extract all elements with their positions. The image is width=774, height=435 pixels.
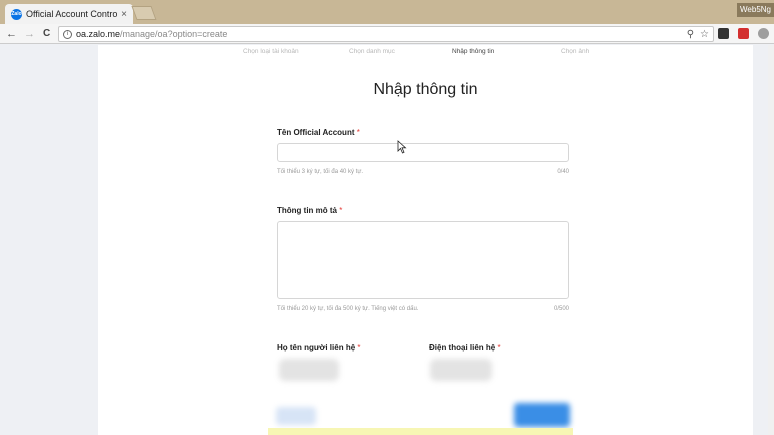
page-title: Nhập thông tin <box>373 81 478 98</box>
description-textarea[interactable] <box>277 221 569 299</box>
oa-name-label: Tên Official Account * <box>277 128 360 137</box>
tab-title: Official Account Control <box>26 9 119 19</box>
mouse-cursor-icon <box>397 140 407 154</box>
extension-book-icon[interactable] <box>718 28 729 39</box>
page-content: Chọn loại tài khoản Chọn danh mục Nhập t… <box>98 45 753 435</box>
notice-bar <box>268 428 573 435</box>
contact-phone-label: Điện thoại liên hệ * <box>429 343 501 352</box>
contact-name-input[interactable] <box>279 359 339 381</box>
tab-close-icon[interactable]: × <box>121 9 127 20</box>
back-icon[interactable]: ← <box>6 26 17 42</box>
description-counter: 0/500 <box>553 306 569 312</box>
url-path: /manage/oa?option=create <box>120 29 228 39</box>
oa-name-input[interactable] <box>277 143 569 162</box>
back-button[interactable] <box>276 407 316 425</box>
url-host: oa.zalo.me <box>76 29 121 39</box>
description-hint: Tối thiểu 20 ký tự, tối đa 500 ký tự. Ti… <box>277 306 419 312</box>
step-choose-image: Chọn ảnh <box>561 48 590 55</box>
new-tab-button[interactable] <box>131 6 157 20</box>
bookmark-star-icon[interactable]: ☆ <box>700 29 709 40</box>
extension-camera-icon[interactable] <box>758 28 769 39</box>
step-enter-info: Nhập thông tin <box>452 48 495 55</box>
site-info-icon[interactable]: i <box>63 29 72 39</box>
browser-toolbar: ← → C i oa.zalo.me /manage/oa?option=cre… <box>0 24 774 44</box>
contact-phone-input[interactable] <box>430 359 492 381</box>
oa-name-counter: 0/40 <box>557 169 569 175</box>
page-scrollbar[interactable] <box>768 45 774 435</box>
description-label: Thông tin mô tả * <box>277 206 343 215</box>
profile-badge[interactable]: Web5Ng <box>737 3 774 17</box>
forward-icon[interactable]: → <box>24 26 35 42</box>
step-account-type: Chọn loại tài khoản <box>243 48 299 55</box>
reload-icon[interactable]: C <box>43 26 50 42</box>
zalo-favicon-icon: Zalo <box>11 8 22 20</box>
address-bar[interactable]: i oa.zalo.me /manage/oa?option=create ⚲ … <box>58 26 714 42</box>
progress-steps: Chọn loại tài khoản Chọn danh mục Nhập t… <box>98 48 753 60</box>
browser-tab-bar: Zalo Official Account Control × Web5Ng <box>0 0 774 24</box>
step-category: Chọn danh mục <box>349 48 395 55</box>
continue-button[interactable] <box>514 403 570 427</box>
search-icon[interactable]: ⚲ <box>687 29 694 40</box>
oa-name-hint: Tối thiểu 3 ký tự, tối đa 40 ký tự. <box>277 169 364 175</box>
extension-record-icon[interactable] <box>738 28 749 39</box>
browser-tab[interactable]: Zalo Official Account Control × <box>5 4 133 24</box>
contact-name-label: Họ tên người liên hệ * <box>277 343 361 352</box>
